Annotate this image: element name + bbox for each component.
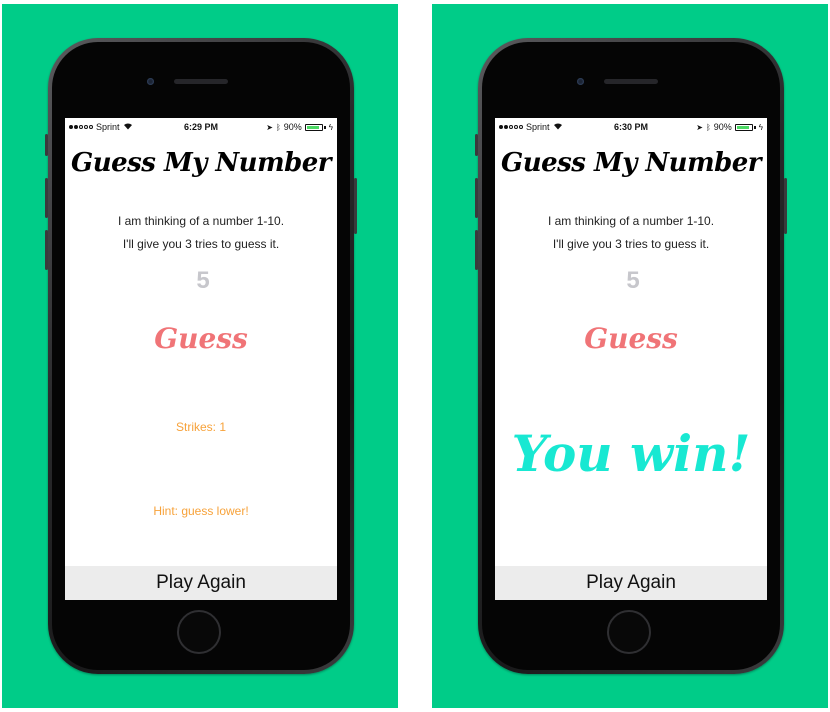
- mute-switch: [475, 134, 478, 156]
- bluetooth-icon: ᛒ: [275, 122, 281, 132]
- intro-text-line2: I'll give you 3 tries to guess it.: [552, 237, 710, 251]
- power-button: [784, 178, 787, 234]
- charging-icon: ϟ: [758, 122, 763, 132]
- volume-up-button: [475, 178, 478, 218]
- status-bar: Sprint 6:30 PM ➤ ᛒ 90% ϟ: [495, 118, 767, 136]
- earpiece-speaker: [174, 79, 228, 84]
- intro-text-line1: I am thinking of a number 1-10.: [547, 214, 715, 228]
- mute-switch: [45, 134, 48, 156]
- app-title: Guess My Number: [70, 148, 332, 178]
- volume-up-button: [45, 178, 48, 218]
- home-button[interactable]: [607, 610, 651, 654]
- front-camera: [147, 78, 154, 85]
- app-title: Guess My Number: [500, 148, 762, 178]
- panel-left: Sprint 6:29 PM ➤ ᛒ 90% ϟ Guess My Number…: [2, 4, 398, 708]
- charging-icon: ϟ: [328, 122, 333, 132]
- intro-text-line1: I am thinking of a number 1-10.: [117, 214, 285, 228]
- battery-icon: [734, 123, 753, 131]
- play-again-button[interactable]: Play Again: [495, 566, 767, 600]
- status-bar: Sprint 6:29 PM ➤ ᛒ 90% ϟ: [65, 118, 337, 136]
- earpiece-speaker: [604, 79, 658, 84]
- win-message: You win!: [511, 424, 751, 483]
- play-again-button[interactable]: Play Again: [65, 566, 337, 600]
- app-screen: Sprint 6:30 PM ➤ ᛒ 90% ϟ Guess My Number…: [495, 118, 767, 600]
- guess-input[interactable]: [161, 264, 245, 298]
- guess-button[interactable]: Guess: [551, 316, 711, 360]
- strikes-label: Strikes: 1: [175, 420, 226, 434]
- battery-percent: 90%: [283, 122, 302, 132]
- phone-frame: Sprint 6:30 PM ➤ ᛒ 90% ϟ Guess My Number…: [475, 38, 787, 674]
- location-icon: ➤: [696, 122, 703, 132]
- location-icon: ➤: [266, 122, 273, 132]
- intro-text-line2: I'll give you 3 tries to guess it.: [122, 237, 280, 251]
- front-camera: [577, 78, 584, 85]
- bluetooth-icon: ᛒ: [705, 122, 711, 132]
- app-screen: Sprint 6:29 PM ➤ ᛒ 90% ϟ Guess My Number…: [65, 118, 337, 600]
- power-button: [354, 178, 357, 234]
- home-button[interactable]: [177, 610, 221, 654]
- phone-frame: Sprint 6:29 PM ➤ ᛒ 90% ϟ Guess My Number…: [45, 38, 357, 674]
- hint-label: Hint: guess lower!: [153, 504, 249, 518]
- volume-down-button: [475, 230, 478, 270]
- guess-button[interactable]: Guess: [121, 316, 281, 360]
- panel-right: Sprint 6:30 PM ➤ ᛒ 90% ϟ Guess My Number…: [432, 4, 828, 708]
- guess-input[interactable]: [591, 264, 675, 298]
- battery-percent: 90%: [713, 122, 732, 132]
- volume-down-button: [45, 230, 48, 270]
- battery-icon: [304, 123, 323, 131]
